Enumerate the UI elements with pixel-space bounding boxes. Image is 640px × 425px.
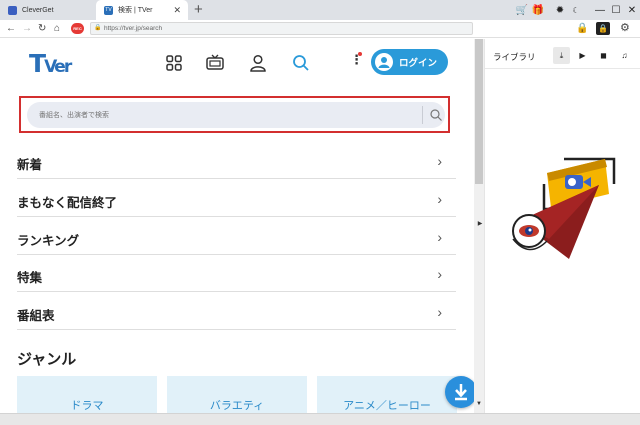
genre-card-label: アニメ／ヒーロー (343, 400, 431, 412)
download-icon (455, 384, 467, 401)
tab-bar: CleverGet TV 検索 | TVer ✕ + 🛒 🎁 ✹ ☾ — ☐ ✕ (0, 0, 640, 20)
close-tab-icon[interactable]: ✕ (173, 5, 181, 15)
window-controls: 🛒 🎁 ✹ ☾ — ☐ ✕ (514, 0, 640, 20)
record-icon[interactable]: REC (71, 23, 84, 34)
tver-icon: TV (104, 5, 113, 15)
cart-icon[interactable]: 🛒 (514, 5, 530, 16)
login-button[interactable]: ログイン (371, 49, 448, 75)
status-bar (0, 413, 640, 425)
brightness-icon[interactable]: ✹ (552, 5, 568, 16)
lock-toggle-icon[interactable]: 🔒 (576, 22, 588, 35)
search-divider (422, 106, 423, 124)
url-text: https://tver.jp/search (104, 25, 163, 32)
moon-icon[interactable]: ☾ (568, 6, 584, 15)
menu-item-new[interactable]: 新着 › (17, 142, 456, 179)
home-icon[interactable]: ⌂ (54, 22, 60, 35)
scroll-thumb[interactable] (475, 39, 483, 184)
logo-sub: Ver (44, 57, 72, 77)
chevron-right-icon: › (437, 304, 442, 320)
tver-logo[interactable]: TVer (29, 49, 72, 78)
chevron-right-icon: › (437, 229, 442, 245)
menu-item-schedule[interactable]: 番組表 › (17, 293, 456, 330)
tver-page: TVer ⋮ ログイン 番組名、出演者で検索 新着 › まもなく配信終了 › ラ… (0, 39, 474, 425)
search-submit-icon[interactable] (429, 108, 443, 122)
download-tab-icon[interactable]: ⤓ (553, 47, 570, 64)
chevron-right-icon: › (437, 191, 442, 207)
tab-tver[interactable]: TV 検索 | TVer ✕ (96, 0, 188, 20)
url-field[interactable]: 🔒 https://tver.jp/search (90, 22, 473, 35)
search-highlight (19, 96, 450, 133)
scroll-down-icon[interactable]: ▼ (474, 401, 484, 407)
address-bar: ← → ↻ ⌂ REC 🔒 https://tver.jp/search 🔒 🔒… (0, 20, 640, 38)
close-window-icon[interactable]: ✕ (624, 5, 640, 16)
menu-item-ending-soon[interactable]: まもなく配信終了 › (17, 180, 456, 217)
tab-cleverget[interactable]: CleverGet (0, 0, 96, 20)
search-bar[interactable] (27, 102, 445, 128)
new-tab-icon[interactable]: + (194, 1, 203, 18)
forward-icon[interactable]: → (22, 22, 32, 35)
genre-heading: ジャンル (17, 351, 77, 368)
chevron-right-icon: › (437, 266, 442, 282)
panel-toggle-icon[interactable]: ▶ (476, 218, 484, 230)
notification-dot (358, 52, 362, 56)
back-icon[interactable]: ← (6, 22, 16, 35)
genre-card-label: バラエティ (209, 400, 265, 412)
reload-icon[interactable]: ↻ (38, 22, 46, 35)
grid-icon[interactable] (164, 53, 184, 73)
menu-item-label: 番組表 (17, 309, 55, 323)
panel-title: ライブラリ (493, 52, 536, 62)
minimize-icon[interactable]: — (592, 5, 608, 16)
library-panel: ライブラリ ⤓ ▶ ◼ ♫ (484, 39, 640, 413)
menu-item-feature[interactable]: 特集 › (17, 255, 456, 292)
search-icon[interactable] (291, 53, 311, 73)
download-button[interactable] (445, 376, 474, 408)
chevron-right-icon: › (437, 153, 442, 169)
menu-item-label: ランキング (17, 234, 80, 248)
gift-icon[interactable]: 🎁 (530, 5, 546, 16)
maximize-icon[interactable]: ☐ (608, 5, 624, 16)
audio-tab-icon[interactable]: ♫ (616, 47, 633, 64)
settings-icon[interactable]: ⚙ (620, 22, 630, 35)
login-label: ログイン (399, 58, 438, 69)
menu-item-label: 特集 (17, 271, 43, 285)
video-tab-icon[interactable]: ▶ (574, 47, 591, 64)
menu-item-ranking[interactable]: ランキング › (17, 218, 456, 255)
panel-divider (485, 68, 640, 69)
menu-item-label: 新着 (17, 158, 43, 172)
tab-label: CleverGet (22, 6, 54, 14)
search-input[interactable] (39, 108, 419, 122)
user-icon[interactable] (248, 53, 268, 73)
cleverget-icon (8, 5, 17, 15)
menu-item-label: まもなく配信終了 (17, 196, 118, 210)
lock-icon: 🔒 (94, 25, 102, 31)
music-tab-icon[interactable]: ◼ (595, 47, 612, 64)
logo-main: T (29, 49, 46, 78)
genre-card-label: ドラマ (70, 400, 104, 412)
empty-library-illustration (512, 157, 616, 259)
avatar-icon (375, 53, 393, 71)
tv-icon[interactable] (205, 53, 225, 73)
tab-label: 検索 | TVer (118, 7, 153, 14)
incognito-lock-icon[interactable]: 🔒 (596, 22, 610, 35)
